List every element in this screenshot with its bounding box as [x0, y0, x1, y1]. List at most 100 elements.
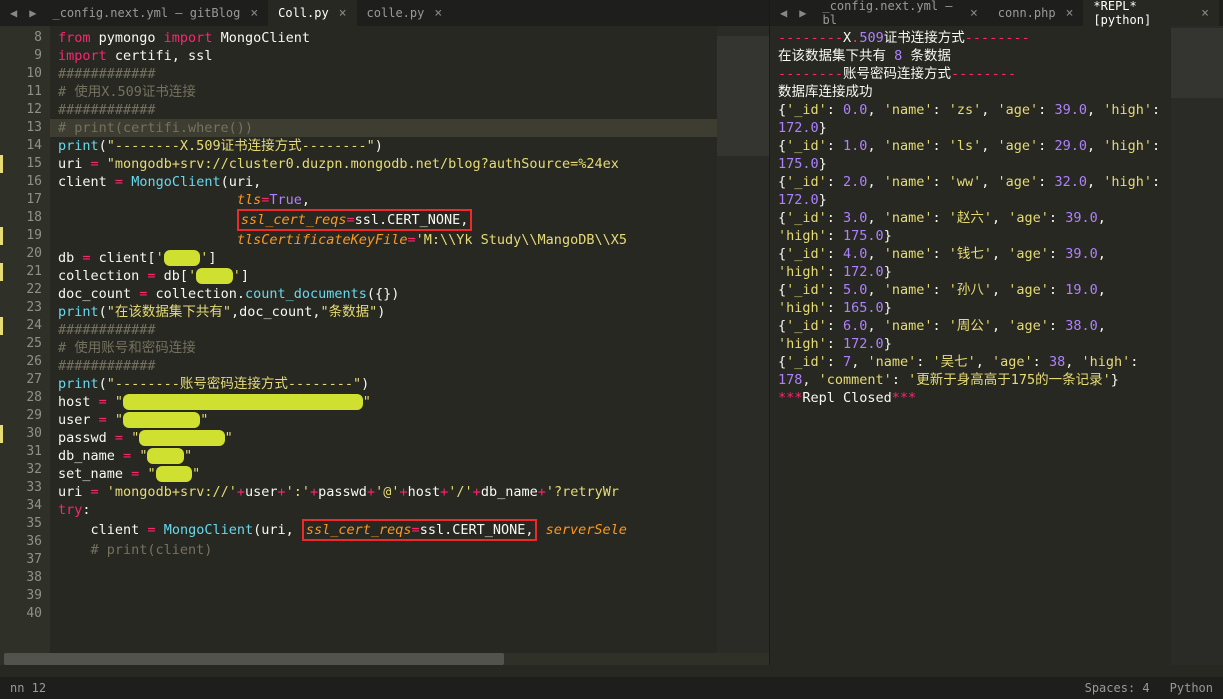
line-number: 21	[0, 263, 42, 281]
line-number: 34	[0, 497, 42, 515]
code-line: uri = "mongodb+srv://cluster0.duzpn.mong…	[58, 155, 717, 173]
tab-label: _config.next.yml — gitBlog	[52, 6, 240, 20]
line-number: 8	[0, 29, 42, 47]
code-line: ############	[58, 101, 717, 119]
code-line: tls=True,	[58, 191, 717, 209]
tab-label: Coll.py	[278, 6, 329, 20]
code-line: try:	[58, 501, 717, 519]
line-number: 30	[0, 425, 42, 443]
right-output-wrap: --------X.509证书连接方式--------在该数据集下共有 8 条数…	[770, 26, 1223, 665]
tab-label: _config.next.yml — bl	[822, 0, 959, 27]
line-number: 22	[0, 281, 42, 299]
close-icon[interactable]: ×	[250, 6, 258, 21]
line-number: 37	[0, 551, 42, 569]
line-number: 11	[0, 83, 42, 101]
line-number: 17	[0, 191, 42, 209]
line-number: 16	[0, 173, 42, 191]
line-number: 39	[0, 587, 42, 605]
code-line: ############	[58, 65, 717, 83]
code-area[interactable]: from pymongo import MongoClientimport ce…	[50, 26, 717, 653]
output-line: {'_id': 3.0, 'name': '赵六', 'age': 39.0, …	[778, 209, 1163, 245]
line-number: 23	[0, 299, 42, 317]
code-line: passwd = "xxxxxxxxxx"	[58, 429, 717, 447]
tab-next-icon[interactable]: ▶	[23, 6, 42, 20]
code-line: client = MongoClient(uri,	[58, 173, 717, 191]
tab[interactable]: _config.next.yml — gitBlog ×	[42, 0, 268, 26]
line-number: 31	[0, 443, 42, 461]
tab-next-icon[interactable]: ▶	[793, 6, 812, 20]
code-line: print("--------账号密码连接方式--------")	[58, 375, 717, 393]
close-icon[interactable]: ×	[434, 6, 442, 21]
status-bar: nn 12 Spaces: 4 Python	[0, 677, 1223, 699]
output-line: {'_id': 0.0, 'name': 'zs', 'age': 39.0, …	[778, 101, 1163, 137]
close-icon[interactable]: ×	[1066, 6, 1074, 21]
line-number: 32	[0, 461, 42, 479]
tab[interactable]: _config.next.yml — bl ×	[812, 0, 987, 26]
code-line: print("在该数据集下共有",doc_count,"条数据")	[58, 303, 717, 321]
code-line: client = MongoClient(uri, ssl_cert_reqs=…	[58, 519, 717, 541]
code-line: ############	[58, 357, 717, 375]
line-number: 26	[0, 353, 42, 371]
code-line: doc_count = collection.count_documents({…	[58, 285, 717, 303]
close-icon[interactable]: ×	[1201, 6, 1209, 21]
line-number: 35	[0, 515, 42, 533]
code-line: db_name = "xxxx"	[58, 447, 717, 465]
line-number: 27	[0, 371, 42, 389]
output-line: {'_id': 4.0, 'name': '钱七', 'age': 39.0, …	[778, 245, 1163, 281]
line-number: 38	[0, 569, 42, 587]
line-number: 12	[0, 101, 42, 119]
output-line: {'_id': 5.0, 'name': '孙八', 'age': 19.0, …	[778, 281, 1163, 317]
h-scrollbar[interactable]	[0, 653, 769, 665]
code-line: print("--------X.509证书连接方式--------")	[58, 137, 717, 155]
tab[interactable]: *REPL* [python]×	[1083, 0, 1219, 26]
close-icon[interactable]: ×	[339, 6, 347, 21]
code-line: # 使用X.509证书连接	[58, 83, 717, 101]
output-line: {'_id': 2.0, 'name': 'ww', 'age': 32.0, …	[778, 173, 1163, 209]
tab[interactable]: conn.php ×	[988, 0, 1084, 26]
right-pane: ◀ ▶ _config.next.yml — bl×conn.php×*REPL…	[770, 0, 1223, 665]
tab-prev-icon[interactable]: ◀	[4, 6, 23, 20]
status-lang[interactable]: Python	[1170, 681, 1213, 695]
line-number: 13	[0, 119, 42, 137]
close-icon[interactable]: ×	[970, 6, 978, 21]
line-number: 28	[0, 389, 42, 407]
repl-output[interactable]: --------X.509证书连接方式--------在该数据集下共有 8 条数…	[770, 26, 1171, 665]
output-line: ***Repl Closed***	[778, 389, 1163, 407]
code-line: tlsCertificateKeyFile='M:\\Yk Study\\Man…	[58, 231, 717, 249]
left-tabbar: ◀ ▶ _config.next.yml — gitBlog×Coll.py×c…	[0, 0, 769, 26]
line-gutter: 8910111213141516171819202122232425262728…	[0, 26, 50, 653]
left-editor: 8910111213141516171819202122232425262728…	[0, 26, 769, 653]
code-line: ############	[58, 321, 717, 339]
output-line: {'_id': 6.0, 'name': '周公', 'age': 38.0, …	[778, 317, 1163, 353]
line-number: 15	[0, 155, 42, 173]
line-number: 20	[0, 245, 42, 263]
right-tabbar: ◀ ▶ _config.next.yml — bl×conn.php×*REPL…	[770, 0, 1223, 26]
code-line: # 使用账号和密码连接	[58, 339, 717, 357]
tab[interactable]: Coll.py ×	[268, 0, 356, 26]
tab-prev-icon[interactable]: ◀	[774, 6, 793, 20]
minimap[interactable]	[1171, 26, 1223, 665]
tab-label: conn.php	[998, 6, 1056, 20]
output-line: --------X.509证书连接方式--------	[778, 29, 1163, 47]
code-line: set_name = "xxxx"	[58, 465, 717, 483]
output-line: 数据库连接成功	[778, 83, 1163, 101]
status-spaces[interactable]: Spaces: 4	[1085, 681, 1150, 695]
line-number: 14	[0, 137, 42, 155]
line-number: 36	[0, 533, 42, 551]
code-line: collection = db['xxxx']	[58, 267, 717, 285]
tab[interactable]: colle.py ×	[357, 0, 453, 26]
line-number: 25	[0, 335, 42, 353]
code-line: db = client['xxxx']	[58, 249, 717, 267]
line-number: 19	[0, 227, 42, 245]
code-line: # print(client)	[58, 541, 717, 559]
code-line: user = "xxxxxxxxx"	[58, 411, 717, 429]
code-line: uri = 'mongodb+srv://'+user+':'+passwd+'…	[58, 483, 717, 501]
line-number: 29	[0, 407, 42, 425]
tab-label: colle.py	[367, 6, 425, 20]
minimap[interactable]	[717, 26, 769, 653]
line-number: 9	[0, 47, 42, 65]
code-line: import certifi, ssl	[58, 47, 717, 65]
code-line: from pymongo import MongoClient	[58, 29, 717, 47]
code-line: host = "xxxxxxxxxxxxxxxxxxxxxxxxxxxxx"	[58, 393, 717, 411]
code-line: ssl_cert_reqs=ssl.CERT_NONE,	[58, 209, 717, 231]
